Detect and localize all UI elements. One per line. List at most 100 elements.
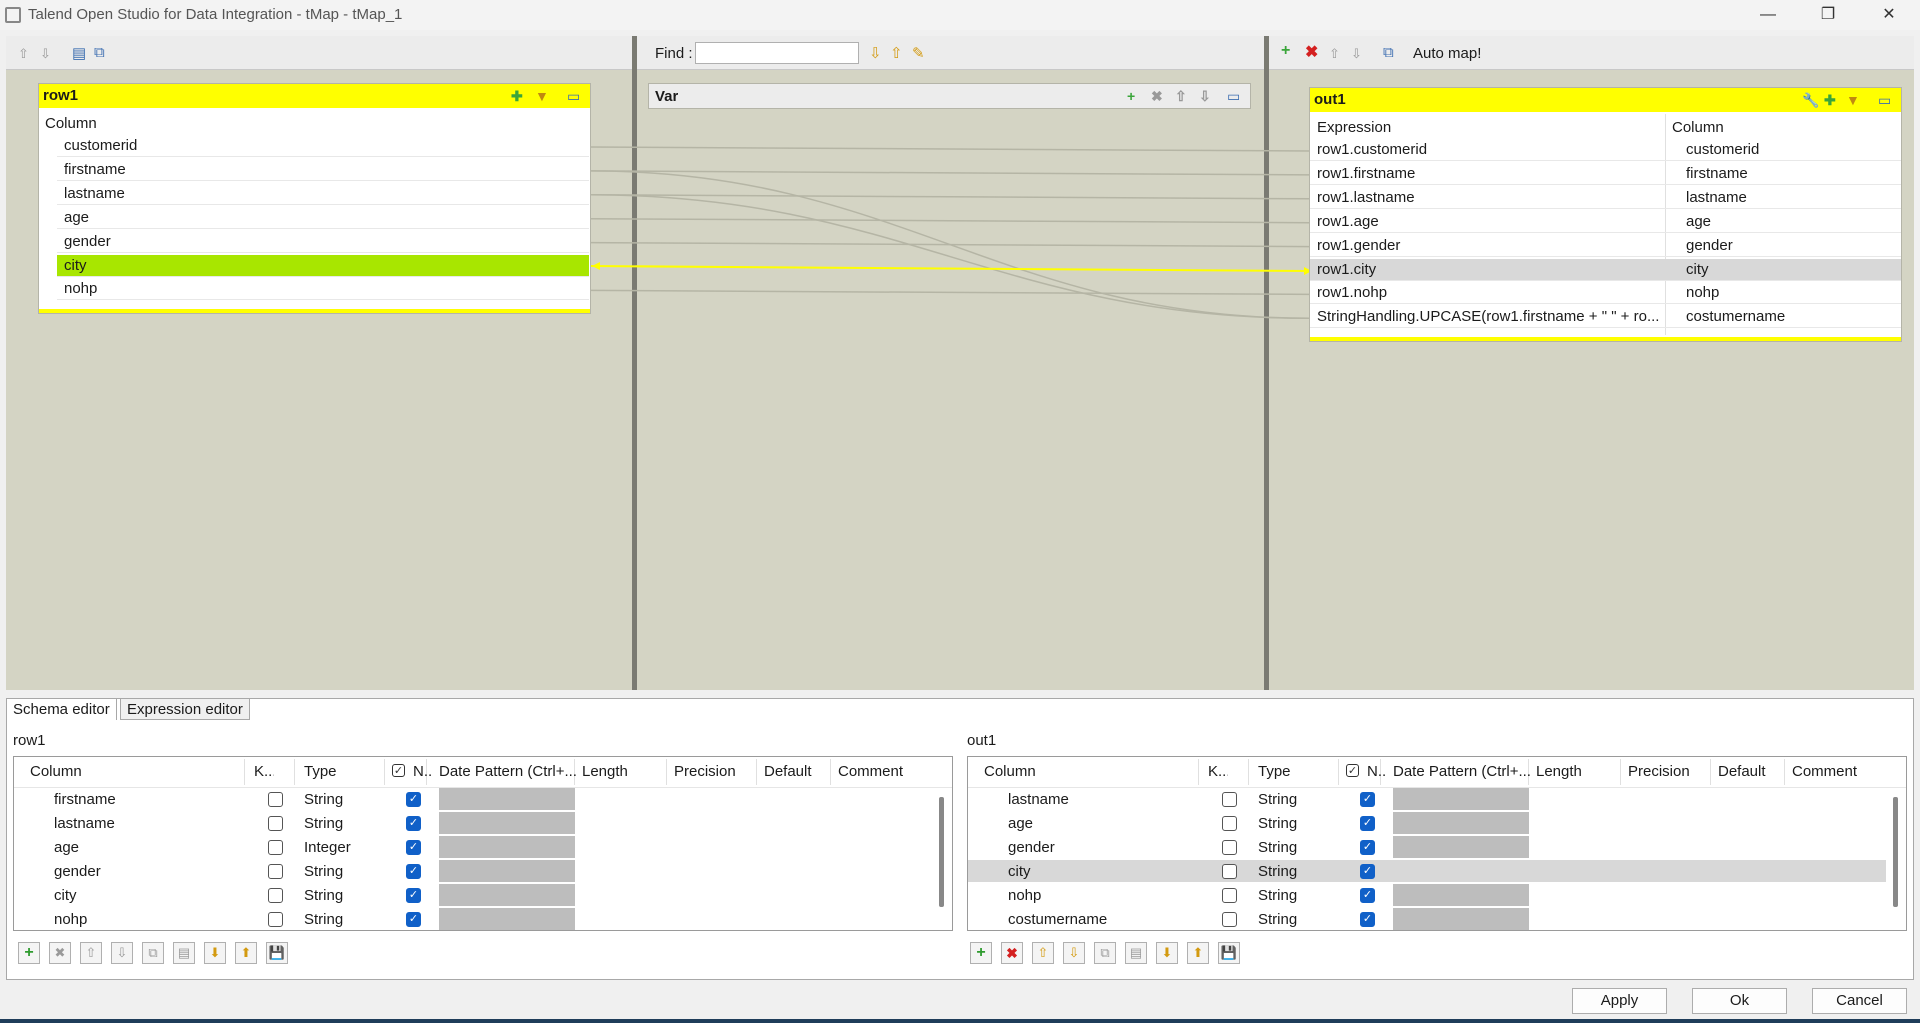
settings-wrench-icon[interactable]: 🔧	[1802, 92, 1819, 109]
schema-row1-scrollbar[interactable]	[939, 797, 944, 907]
add-row-icon[interactable]: +	[18, 942, 40, 964]
schema-out1-key-checkbox[interactable]	[1222, 888, 1237, 903]
import-icon[interactable]: ⬇	[204, 942, 226, 964]
copy-icon[interactable]: ⧉	[1094, 942, 1116, 964]
schema-row1-type-gender[interactable]: String	[304, 863, 343, 880]
out1-expression-costumername[interactable]: StringHandling.UPCASE(row1.firstname + "…	[1317, 308, 1659, 325]
schema-row1-key-checkbox[interactable]	[268, 816, 283, 831]
schema-out1-scrollbar[interactable]	[1893, 797, 1898, 907]
save-icon[interactable]: 💾	[266, 942, 288, 964]
schema-out1-type-age[interactable]: String	[1258, 815, 1297, 832]
schema-row1-row-nohp[interactable]: nohp	[54, 911, 87, 928]
save-icon[interactable]: 💾	[1218, 942, 1240, 964]
import-icon[interactable]: ⬇	[1156, 942, 1178, 964]
schema-out1-nullable-checkbox[interactable]: ✓	[1360, 840, 1375, 855]
out1-expression-customerid[interactable]: row1.customerid	[1317, 141, 1659, 158]
copy-icon[interactable]: ⧉	[142, 942, 164, 964]
schema-out1-header-0[interactable]: Column	[984, 763, 1134, 780]
out1-expression-city[interactable]: row1.city	[1317, 261, 1659, 278]
row1-column-customerid[interactable]: customerid	[64, 137, 137, 154]
schema-out1-nullable-checkbox[interactable]: ✓	[1360, 912, 1375, 927]
minimize-icon[interactable]: ▭	[567, 88, 580, 105]
schema-out1-nullable-checkbox[interactable]: ✓	[1360, 792, 1375, 807]
schema-row1-header-4[interactable]: Date Pattern (Ctrl+...	[439, 763, 579, 780]
out1-expression-age[interactable]: row1.age	[1317, 213, 1659, 230]
schema-out1-type-costumername[interactable]: String	[1258, 911, 1297, 928]
row1-column-age[interactable]: age	[64, 209, 89, 226]
schema-row1-nullable-checkbox[interactable]: ✓	[406, 816, 421, 831]
schema-row1-type-lastname[interactable]: String	[304, 815, 343, 832]
move-up-icon[interactable]: ⇧	[80, 942, 102, 964]
tab-schema-editor[interactable]: Schema editor	[6, 698, 117, 720]
schema-row1-type-firstname[interactable]: String	[304, 791, 343, 808]
schema-out1-row-gender[interactable]: gender	[1008, 839, 1055, 856]
schema-out1-row-age[interactable]: age	[1008, 815, 1033, 832]
export-icon[interactable]: ⬆	[235, 942, 257, 964]
schema-row1-header-1[interactable]: K...	[254, 763, 274, 780]
schema-out1-header-4[interactable]: Date Pattern (Ctrl+...	[1393, 763, 1533, 780]
remove-row-icon[interactable]: ✖	[49, 942, 71, 964]
schema-row1-nullable-checkbox[interactable]: ✓	[406, 864, 421, 879]
schema-out1-key-checkbox[interactable]	[1222, 912, 1237, 927]
minimize-icon[interactable]: ▭	[1878, 92, 1891, 109]
schema-out1-header-1[interactable]: K...	[1208, 763, 1228, 780]
out1-column-city[interactable]: city	[1686, 261, 1709, 278]
out1-column-customerid[interactable]: customerid	[1686, 141, 1759, 158]
schema-out1-key-checkbox[interactable]	[1222, 840, 1237, 855]
schema-row1-nullable-checkbox[interactable]: ✓	[406, 840, 421, 855]
out1-column-firstname[interactable]: firstname	[1686, 165, 1748, 182]
schema-row1-row-lastname[interactable]: lastname	[54, 815, 115, 832]
tab-expression-editor[interactable]: Expression editor	[120, 698, 250, 720]
move-down-icon[interactable]: ⇩	[111, 942, 133, 964]
schema-out1-nullable-checkbox[interactable]: ✓	[1360, 816, 1375, 831]
schema-out1-nullable-all-checkbox[interactable]: ✓	[1346, 764, 1359, 777]
ok-button[interactable]: Ok	[1692, 988, 1787, 1014]
schema-out1-header-8[interactable]: Comment	[1792, 763, 1920, 780]
schema-out1-key-checkbox[interactable]	[1222, 792, 1237, 807]
row1-column-nohp[interactable]: nohp	[64, 280, 97, 297]
add-row-icon[interactable]: +	[970, 942, 992, 964]
export-icon[interactable]: ⬆	[1187, 942, 1209, 964]
schema-row1-key-checkbox[interactable]	[268, 888, 283, 903]
schema-row1-type-city[interactable]: String	[304, 887, 343, 904]
schema-row1-nullable-checkbox[interactable]: ✓	[406, 792, 421, 807]
add-filter-icon[interactable]: ✚	[1824, 92, 1836, 109]
schema-out1-row-nohp[interactable]: nohp	[1008, 887, 1041, 904]
out1-column-costumername[interactable]: costumername	[1686, 308, 1785, 325]
schema-row1-key-checkbox[interactable]	[268, 864, 283, 879]
schema-row1-header-0[interactable]: Column	[30, 763, 180, 780]
move-down-icon[interactable]: ⇩	[1063, 942, 1085, 964]
remove-row-icon[interactable]: ✖	[1001, 942, 1023, 964]
schema-row1-header-3[interactable]: N...	[413, 763, 433, 780]
schema-row1-row-firstname[interactable]: firstname	[54, 791, 116, 808]
schema-out1-key-checkbox[interactable]	[1222, 816, 1237, 831]
schema-out1-row-costumername[interactable]: costumername	[1008, 911, 1107, 928]
out1-column-gender[interactable]: gender	[1686, 237, 1733, 254]
out1-expression-gender[interactable]: row1.gender	[1317, 237, 1659, 254]
out1-expression-firstname[interactable]: row1.firstname	[1317, 165, 1659, 182]
move-up-icon[interactable]: ⇧	[1032, 942, 1054, 964]
schema-row1-nullable-checkbox[interactable]: ✓	[406, 888, 421, 903]
paste-icon[interactable]: ▤	[1125, 942, 1147, 964]
row1-column-lastname[interactable]: lastname	[64, 185, 125, 202]
out1-expression-nohp[interactable]: row1.nohp	[1317, 284, 1659, 301]
schema-row1-type-age[interactable]: Integer	[304, 839, 351, 856]
out1-expression-lastname[interactable]: row1.lastname	[1317, 189, 1659, 206]
schema-row1-row-city[interactable]: city	[54, 887, 77, 904]
schema-out1-key-checkbox[interactable]	[1222, 864, 1237, 879]
paste-icon[interactable]: ▤	[173, 942, 195, 964]
filter-icon[interactable]: ▼	[1846, 92, 1860, 108]
schema-row1-type-nohp[interactable]: String	[304, 911, 343, 928]
row1-column-city[interactable]: city	[64, 257, 87, 274]
schema-out1-nullable-checkbox[interactable]: ✓	[1360, 864, 1375, 879]
schema-row1-row-age[interactable]: age	[54, 839, 79, 856]
out1-column-lastname[interactable]: lastname	[1686, 189, 1747, 206]
filter-icon[interactable]: ▼	[535, 88, 549, 104]
schema-row1-key-checkbox[interactable]	[268, 792, 283, 807]
cancel-button[interactable]: Cancel	[1812, 988, 1907, 1014]
schema-out1-type-city[interactable]: String	[1258, 863, 1297, 880]
schema-row1-key-checkbox[interactable]	[268, 912, 283, 927]
row1-column-firstname[interactable]: firstname	[64, 161, 126, 178]
schema-row1-nullable-checkbox[interactable]: ✓	[406, 912, 421, 927]
add-filter-icon[interactable]: ✚	[511, 88, 523, 105]
